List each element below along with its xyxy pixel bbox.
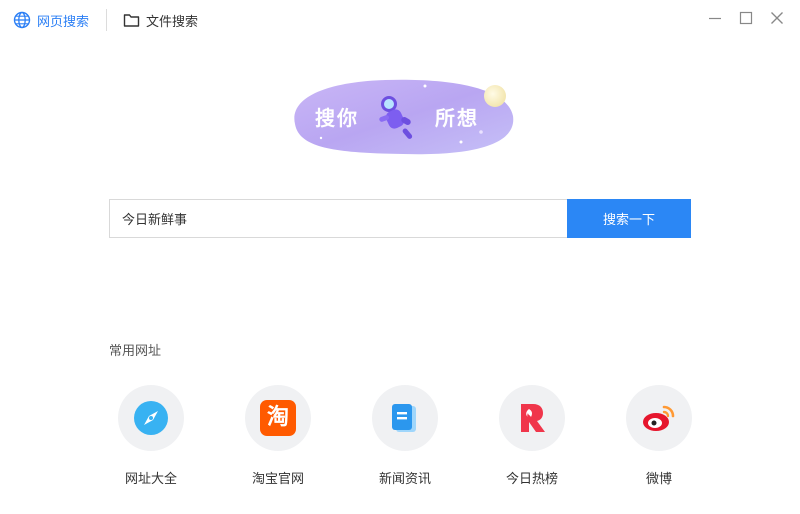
tab-web-search-label: 网页搜索 xyxy=(37,14,90,30)
site-label: 新闻资讯 xyxy=(378,472,431,487)
hero-logo: 搜你 所想 xyxy=(285,76,517,158)
compass-icon xyxy=(134,401,168,435)
search-input[interactable] xyxy=(109,199,567,238)
hero-text-right: 所想 xyxy=(435,106,479,130)
site-news[interactable]: 新闻资讯 xyxy=(360,385,450,487)
hero-text-left: 搜你 xyxy=(315,106,359,130)
site-hot-list[interactable]: 今日热榜 xyxy=(487,385,577,487)
site-weibo[interactable]: 微博 xyxy=(614,385,704,487)
taobao-glyph: 淘 xyxy=(266,405,289,430)
news-icon xyxy=(392,404,416,432)
search-button[interactable]: 搜索一下 xyxy=(567,199,691,238)
tab-file-search-label: 文件搜索 xyxy=(146,14,199,30)
site-label: 今日热榜 xyxy=(505,472,558,487)
site-label: 淘宝官网 xyxy=(251,472,304,487)
weibo-icon xyxy=(643,405,675,431)
hot-list-icon xyxy=(521,404,545,432)
site-label: 网址大全 xyxy=(124,472,177,487)
tab-web-search[interactable]: 网页搜索 xyxy=(13,9,89,31)
site-label: 微博 xyxy=(645,472,672,487)
tab-divider xyxy=(106,9,107,31)
tab-file-search[interactable]: 文件搜索 xyxy=(123,9,198,31)
maximize-icon[interactable] xyxy=(738,10,754,26)
folder-icon xyxy=(123,14,140,27)
search-bar: 搜索一下 xyxy=(109,199,691,238)
favorites-title: 常用网址 xyxy=(109,344,162,359)
site-taobao[interactable]: 淘 淘宝官网 xyxy=(233,385,323,487)
taobao-icon: 淘 xyxy=(260,400,296,436)
title-bar: 网页搜索 文件搜索 xyxy=(0,0,800,40)
minimize-icon[interactable] xyxy=(707,10,723,26)
close-icon[interactable] xyxy=(769,10,785,26)
globe-icon xyxy=(13,11,31,29)
site-wangzhi-daquan[interactable]: 网址大全 xyxy=(106,385,196,487)
